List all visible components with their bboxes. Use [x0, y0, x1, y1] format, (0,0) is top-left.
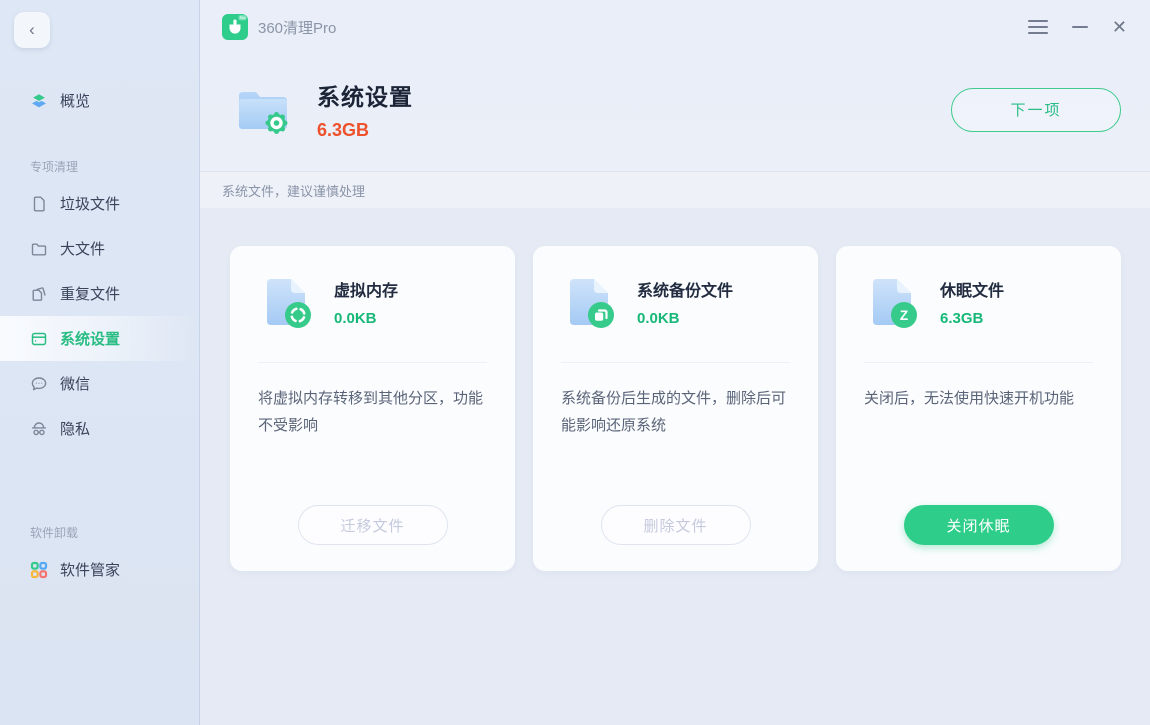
next-item-button[interactable]: 下一项 [951, 87, 1121, 132]
sidebar-item-label: 大文件 [60, 241, 106, 258]
minimize-icon[interactable] [1071, 17, 1088, 37]
menu-icon[interactable] [1027, 17, 1048, 37]
titlebar: Pro 360清理Pro ✕ [200, 0, 1150, 54]
migrate-files-button[interactable]: 迁移文件 [297, 505, 448, 545]
card-size-value: 0.0KB [334, 310, 377, 327]
sidebar-item-junk-files[interactable]: 垃圾文件 [0, 181, 200, 226]
content-area: 虚拟内存 0.0KB 将虚拟内存转移到其他分区，功能不受影响 迁移文件 系统备份… [200, 208, 1150, 725]
sidebar-item-system-settings[interactable]: 系统设置 [0, 316, 200, 361]
folder-settings-icon [232, 79, 294, 141]
delete-files-button[interactable]: 删除文件 [600, 505, 751, 545]
sidebar-item-wechat[interactable]: 微信 [0, 361, 200, 406]
app-window: { "app": { "title": "360清理Pro", "logo_ba… [0, 0, 1150, 725]
sidebar-item-label: 系统设置 [60, 331, 121, 348]
incognito-hat-icon [30, 420, 48, 438]
close-icon[interactable]: ✕ [1112, 17, 1127, 37]
page-title: 系统设置 [317, 84, 413, 110]
layers-icon [30, 92, 48, 110]
sidebar-item-label: 软件管家 [60, 562, 121, 579]
window-controls: ✕ [1027, 17, 1127, 37]
main-panel: Pro 360清理Pro ✕ 系统设置 6.3GB 下一项 系统文件，建议谨慎处… [200, 0, 1150, 725]
sidebar-item-large-files[interactable]: 大文件 [0, 226, 200, 271]
card-head: 系统备份文件 0.0KB [561, 274, 790, 330]
chat-bubble-icon [30, 375, 48, 393]
card-head-texts: 系统备份文件 0.0KB [637, 277, 733, 327]
app-grid-icon [30, 561, 48, 579]
file-migrate-icon [258, 274, 314, 330]
card-head: Z 休眠文件 6.3GB [864, 274, 1093, 330]
window-settings-icon [30, 330, 48, 348]
card-divider [258, 362, 487, 363]
header-texts: 系统设置 6.3GB [317, 78, 413, 141]
sidebar-item-label: 垃圾文件 [60, 196, 121, 213]
card-system-backup-files: 系统备份文件 0.0KB 系统备份后生成的文件，删除后可能影响还原系统 删除文件 [533, 246, 818, 571]
card-title: 休眠文件 [940, 283, 1005, 300]
copy-documents-icon [30, 285, 48, 303]
back-button[interactable]: ‹ [14, 12, 50, 48]
sidebar-section-special-cleanup: 专项清理 [30, 160, 79, 174]
chevron-left-icon: ‹ [29, 20, 35, 39]
card-divider [864, 362, 1093, 363]
sidebar-item-privacy[interactable]: 隐私 [0, 406, 200, 451]
sidebar-item-label: 重复文件 [60, 286, 121, 303]
card-head: 虚拟内存 0.0KB [258, 274, 487, 330]
app-title: 360清理Pro [258, 19, 337, 37]
folder-icon [30, 240, 48, 258]
app-logo-icon: Pro [222, 14, 248, 40]
disable-hibernation-button[interactable]: 关闭休眠 [903, 505, 1054, 545]
card-description: 系统备份后生成的文件，删除后可能影响还原系统 [561, 390, 787, 434]
caution-note: 系统文件，建议谨慎处理 [200, 171, 1150, 208]
sidebar-item-label: 概览 [60, 93, 91, 110]
card-size-value: 0.0KB [637, 310, 680, 327]
sidebar-section-software-uninstall: 软件卸载 [30, 526, 79, 540]
sidebar-item-overview[interactable]: 概览 [0, 78, 200, 123]
sidebar-item-label: 微信 [60, 376, 91, 393]
sidebar: ‹ 概览 专项清理 垃圾文件 大文件 重复文件 系统设置 微信 隐私 软件卸载 … [0, 0, 200, 725]
card-title: 系统备份文件 [637, 283, 734, 300]
card-head-texts: 虚拟内存 0.0KB [334, 277, 398, 327]
page-size-value: 6.3GB [317, 120, 370, 140]
card-virtual-memory: 虚拟内存 0.0KB 将虚拟内存转移到其他分区，功能不受影响 迁移文件 [230, 246, 515, 571]
card-title: 虚拟内存 [334, 283, 399, 300]
file-copy-icon [561, 274, 617, 330]
sidebar-item-duplicate-files[interactable]: 重复文件 [0, 271, 200, 316]
svg-text:Pro: Pro [240, 16, 246, 20]
card-description: 关闭后，无法使用快速开机功能 [864, 390, 1075, 407]
sidebar-item-software-manager[interactable]: 软件管家 [0, 547, 200, 592]
page-header: 系统设置 6.3GB 下一项 [200, 54, 1150, 171]
sidebar-item-label: 隐私 [60, 421, 91, 438]
svg-text:Z: Z [900, 308, 908, 323]
document-icon [30, 195, 48, 213]
card-divider [561, 362, 790, 363]
card-hibernation-file: Z 休眠文件 6.3GB 关闭后，无法使用快速开机功能 关闭休眠 [836, 246, 1121, 571]
file-sleep-z-icon: Z [864, 274, 920, 330]
card-size-value: 6.3GB [940, 310, 984, 327]
card-head-texts: 休眠文件 6.3GB [940, 277, 1004, 327]
card-description: 将虚拟内存转移到其他分区，功能不受影响 [258, 390, 484, 434]
